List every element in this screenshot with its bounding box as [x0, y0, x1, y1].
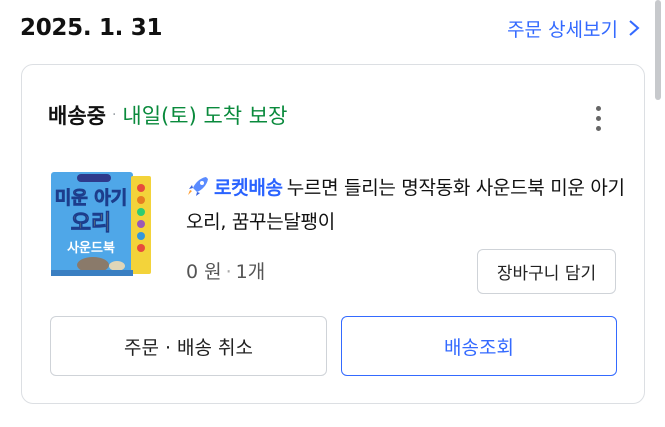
price-quantity: 0 원 · 1개 — [186, 257, 265, 284]
shipment-status: 배송중 — [48, 104, 106, 128]
price-separator: · — [225, 261, 232, 283]
order-detail-label: 주문 상세보기 — [507, 18, 618, 41]
track-delivery-button[interactable]: 배송조회 — [341, 316, 617, 376]
cancel-order-button[interactable]: 주문 · 배송 취소 — [50, 316, 327, 376]
product-thumbnail[interactable]: 미운 아기 오리 사운드북 — [47, 170, 157, 280]
scrollbar[interactable] — [655, 0, 661, 100]
chevron-right-icon — [629, 20, 640, 36]
status-separator: · — [111, 107, 117, 123]
order-card: 배송중 · 내일(토) 도착 보장 미운 아기 오리 사운드북 로켓배송 누르면… — [21, 64, 645, 404]
delivery-promise: 내일(토) 도착 보장 — [122, 104, 288, 128]
product-title-block[interactable]: 로켓배송 누르면 들리는 명작동화 사운드북 미운 아기 오리, 꿈꾸는달팽이 — [186, 171, 626, 239]
order-page: 2025. 1. 31 주문 상세보기 배송중 · 내일(토) 도착 보장 미운… — [0, 0, 665, 427]
add-to-cart-button[interactable]: 장바구니 담기 — [477, 249, 616, 294]
thumbnail-title-1: 미운 아기 — [55, 188, 128, 209]
more-vertical-icon[interactable] — [584, 101, 612, 135]
product-quantity: 1개 — [235, 261, 266, 283]
order-header: 2025. 1. 31 주문 상세보기 — [20, 8, 640, 48]
order-detail-link[interactable]: 주문 상세보기 — [507, 15, 640, 42]
product-price: 0 원 — [186, 261, 222, 283]
thumbnail-title-2: 오리 — [71, 211, 111, 236]
order-date: 2025. 1. 31 — [20, 15, 163, 41]
shipment-status-row: 배송중 · 내일(토) 도착 보장 — [48, 98, 624, 132]
rocket-icon — [188, 177, 208, 196]
rocket-delivery-label: 로켓배송 — [214, 177, 283, 199]
thumbnail-title-3: 사운드북 — [67, 240, 115, 256]
